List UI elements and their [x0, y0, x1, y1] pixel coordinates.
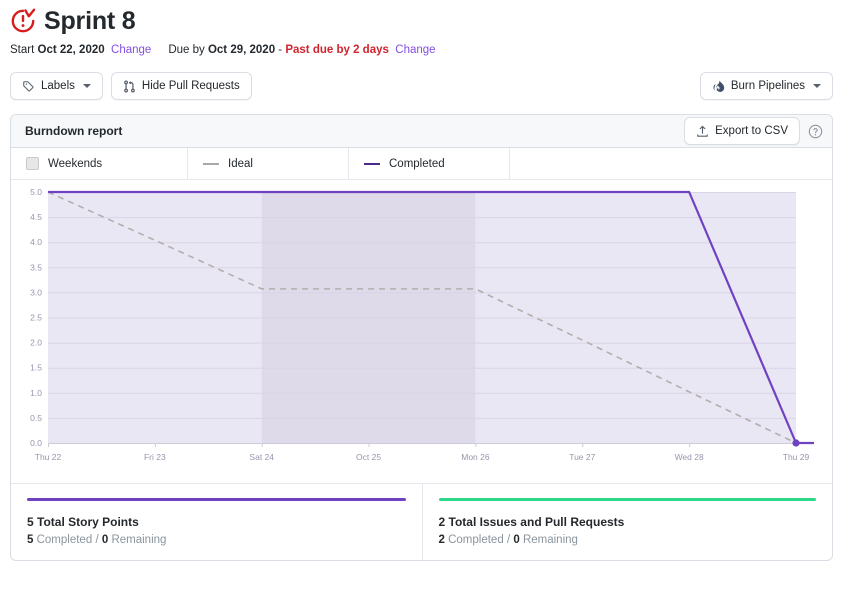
issues-prs-completed-label: Completed: [448, 534, 504, 546]
story-points-title: 5 Total Story Points: [27, 515, 139, 529]
svg-text:4.5: 4.5: [30, 212, 42, 222]
start-label: Start: [10, 44, 35, 56]
svg-text:Fri 23: Fri 23: [144, 452, 166, 462]
svg-text:0.0: 0.0: [30, 438, 42, 448]
issues-prs-accent-bar: [438, 498, 816, 501]
past-due-badge: Past due by 2 days: [285, 44, 389, 56]
burndown-chart: 0.0 0.5 1.0 1.5 2.0 2.5 3.0 3.5 4.0 4.5 5.0 Thu 22…: [11, 180, 832, 483]
story-points-breakdown: 5 Completed / 0 Remaining: [27, 534, 406, 546]
svg-text:Sat 24: Sat 24: [249, 452, 274, 462]
git-pull-request-icon: [123, 80, 136, 93]
svg-text:2.0: 2.0: [30, 338, 42, 348]
svg-text:3.0: 3.0: [30, 287, 42, 297]
svg-text:Wed 28: Wed 28: [675, 452, 704, 462]
labels-button-label: Labels: [41, 80, 75, 92]
svg-text:Thu 29: Thu 29: [783, 452, 810, 462]
burndown-summary: 5 Total Story Points 5 Completed / 0 Rem…: [11, 483, 832, 560]
start-change-link[interactable]: Change: [111, 44, 151, 56]
summary-issues-prs: 2 Total Issues and Pull Requests 2 Compl…: [421, 484, 833, 560]
due-change-link[interactable]: Change: [395, 44, 435, 56]
story-points-remaining-label: Remaining: [111, 534, 167, 546]
completed-end-marker[interactable]: [792, 439, 800, 447]
story-points-separator: /: [95, 534, 99, 546]
summary-story-points: 5 Total Story Points 5 Completed / 0 Rem…: [11, 484, 422, 560]
due-meta: Due by Oct 29, 2020 - Past due by 2 days…: [168, 44, 435, 56]
burndown-report-card: Burndown report Export to CSV Weekends I…: [10, 114, 833, 561]
x-axis-labels: Thu 22 Fri 23 Sat 24 Oct 25 Mon 26 Tue 27 Wed …: [35, 452, 810, 462]
svg-text:2.5: 2.5: [30, 313, 42, 323]
issues-prs-title: 2 Total Issues and Pull Requests: [438, 515, 625, 529]
story-points-accent-bar: [27, 498, 406, 501]
legend-item-ideal[interactable]: Ideal: [188, 148, 349, 179]
question-circle-icon[interactable]: [808, 124, 823, 139]
due-label: Due by: [168, 44, 205, 56]
sprint-overdue-icon: [10, 8, 36, 34]
issues-prs-remaining-value: 0: [513, 534, 520, 546]
svg-text:Mon 26: Mon 26: [461, 452, 490, 462]
issues-prs-separator: /: [506, 534, 511, 546]
chevron-down-icon: [813, 84, 821, 88]
story-points-completed-value: 5: [27, 534, 34, 546]
svg-text:1.5: 1.5: [30, 363, 42, 373]
page-title: Sprint 8: [44, 7, 136, 35]
export-to-csv-label: Export to CSV: [715, 125, 788, 137]
due-date: Oct 29, 2020: [207, 44, 276, 56]
issues-prs-remaining-label: Remaining: [522, 534, 578, 546]
svg-text:Tue 27: Tue 27: [569, 452, 595, 462]
completed-line-swatch-icon: [364, 162, 380, 165]
y-axis-labels: 0.0 0.5 1.0 1.5 2.0 2.5 3.0 3.5 4.0 4.5 5.0: [30, 187, 42, 448]
svg-text:1.0: 1.0: [30, 388, 42, 398]
sprint-meta: Start Oct 22, 2020 Change Due by Oct 29,…: [10, 44, 833, 56]
tag-icon: [22, 80, 35, 93]
upload-icon: [696, 125, 709, 138]
toolbar-right-group: Burn Pipelines: [699, 72, 833, 100]
legend-label-ideal: Ideal: [228, 157, 253, 170]
burndown-report-header: Burndown report Export to CSV: [11, 115, 832, 148]
ideal-line-swatch-icon: [203, 162, 219, 165]
legend-item-weekends[interactable]: Weekends: [11, 148, 188, 179]
issues-prs-completed-value: 2: [438, 534, 445, 546]
start-date: Oct 22, 2020: [37, 44, 105, 56]
title-row: Sprint 8: [10, 6, 833, 36]
svg-text:4.0: 4.0: [30, 237, 42, 247]
legend-label-weekends: Weekends: [48, 157, 103, 170]
legend-item-empty: [510, 148, 832, 179]
svg-text:0.5: 0.5: [30, 413, 42, 423]
story-points-completed-label: Completed: [36, 534, 93, 546]
labels-button[interactable]: Labels: [10, 72, 103, 100]
flame-icon: [712, 79, 725, 93]
weekends-swatch-icon: [26, 157, 39, 170]
report-header-actions: Export to CSV: [684, 117, 823, 145]
legend-label-completed: Completed: [389, 157, 445, 170]
export-to-csv-button[interactable]: Export to CSV: [684, 117, 800, 145]
hide-pull-requests-button[interactable]: Hide Pull Requests: [110, 72, 252, 100]
svg-text:Oct 25: Oct 25: [356, 452, 381, 462]
burndown-report-title: Burndown report: [25, 124, 123, 138]
svg-text:5.0: 5.0: [30, 187, 42, 197]
svg-text:Thu 22: Thu 22: [35, 452, 62, 462]
page-header: Sprint 8 Start Oct 22, 2020 Change Due b…: [0, 0, 843, 56]
toolbar-left-group: Labels Hide Pull Requests: [10, 72, 252, 100]
hide-pull-requests-label: Hide Pull Requests: [141, 80, 240, 92]
toolbar: Labels Hide Pull Requests Burn Pipelines: [0, 72, 843, 100]
issues-prs-breakdown: 2 Completed / 0 Remaining: [439, 534, 817, 546]
legend-item-completed[interactable]: Completed: [349, 148, 510, 179]
start-meta: Start Oct 22, 2020 Change: [10, 44, 151, 56]
burndown-chart-svg: 0.0 0.5 1.0 1.5 2.0 2.5 3.0 3.5 4.0 4.5 5.0 Thu 22…: [30, 187, 814, 462]
due-separator: -: [275, 44, 286, 56]
burn-pipelines-label: Burn Pipelines: [730, 80, 805, 92]
svg-text:3.5: 3.5: [30, 262, 42, 272]
story-points-remaining-value: 0: [101, 534, 109, 546]
chart-legend: Weekends Ideal Completed: [11, 148, 832, 180]
burn-pipelines-button[interactable]: Burn Pipelines: [699, 72, 833, 100]
chevron-down-icon: [82, 84, 91, 88]
